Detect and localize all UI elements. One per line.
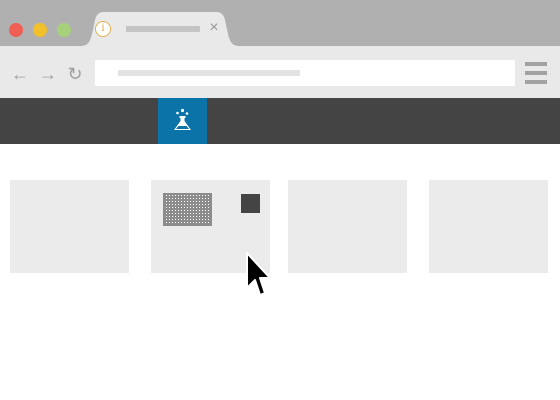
tab-title-placeholder — [126, 26, 200, 32]
flask-icon — [174, 108, 191, 130]
forward-arrow-icon[interactable]: → — [38, 64, 58, 84]
back-arrow-icon[interactable]: ← — [10, 64, 30, 84]
window-maximize-button[interactable] — [57, 23, 71, 37]
card[interactable] — [10, 180, 129, 273]
grid-thumbnail-icon — [163, 193, 212, 226]
hamburger-menu-icon[interactable] — [525, 62, 547, 84]
card[interactable] — [429, 180, 548, 273]
info-icon: i — [95, 21, 111, 37]
address-text-placeholder — [118, 70, 300, 76]
square-icon — [241, 194, 260, 213]
app-header — [0, 98, 560, 144]
mouse-pointer-icon — [246, 252, 271, 296]
window-minimize-button[interactable] — [33, 23, 47, 37]
card[interactable] — [288, 180, 407, 273]
app-logo-button[interactable] — [158, 98, 207, 144]
window-close-button[interactable] — [9, 23, 23, 37]
reload-icon[interactable]: ↻ — [65, 64, 85, 84]
tab-close-icon[interactable]: × — [207, 19, 221, 37]
browser-window: i × ← → ↻ — [0, 0, 560, 400]
